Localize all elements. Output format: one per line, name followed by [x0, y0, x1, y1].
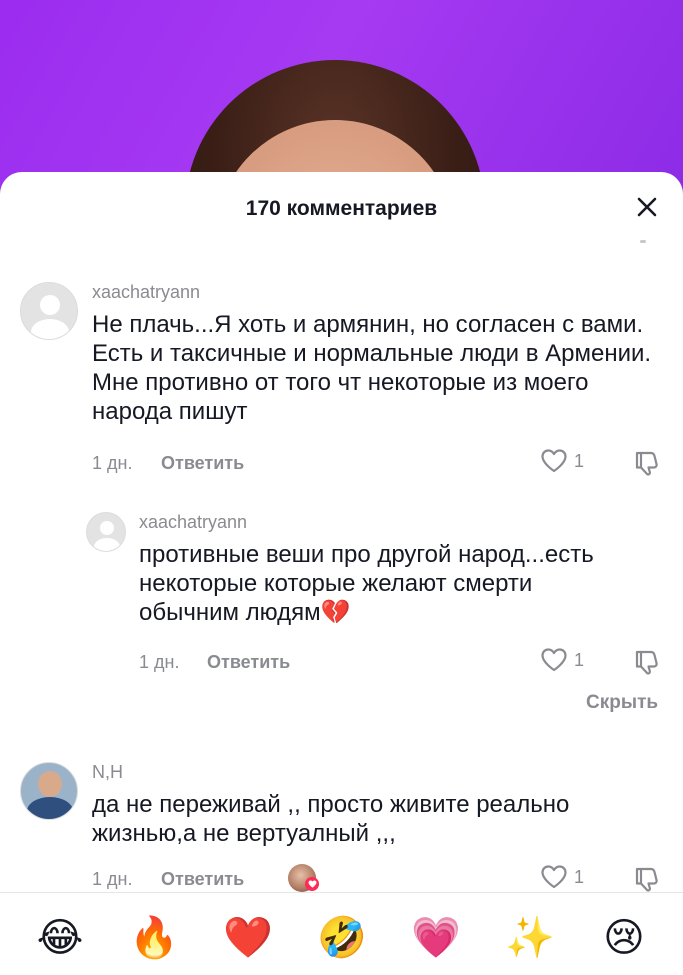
comment-age: 1 дн.	[92, 869, 133, 889]
emoji-growing-heart-button[interactable]: 💗	[410, 912, 462, 964]
like-count: 1	[574, 866, 585, 887]
dislike-button[interactable]	[633, 865, 661, 898]
avatar[interactable]	[20, 762, 78, 820]
like-button[interactable]: 1	[540, 864, 584, 890]
emoji-red-heart-button[interactable]: ❤️	[222, 912, 274, 964]
emoji-sparkles-button[interactable]: ✨	[504, 912, 556, 964]
emoji-crying-face-button[interactable]: 😢	[598, 912, 650, 964]
emoji-quick-bar: 😂 🔥 ❤️ 🤣 💗 ✨ 😢	[0, 910, 683, 970]
video-background	[0, 0, 683, 200]
reply-button[interactable]: Ответить	[161, 869, 244, 890]
heart-icon	[305, 877, 319, 891]
comment-text: да не переживай ,, просто живите реально…	[92, 791, 570, 847]
comment-username[interactable]: N,H	[92, 762, 123, 783]
thumbs-down-icon	[635, 867, 658, 892]
emoji-fire-button[interactable]: 🔥	[128, 912, 180, 964]
emoji-rofl-button[interactable]: 🤣	[316, 912, 368, 964]
heart-outline-icon	[541, 865, 567, 889]
emoji-bar-divider	[0, 892, 683, 893]
emoji-tears-of-joy-button[interactable]: 😂	[34, 912, 86, 964]
comments-sheet: 170 комментариев xaachatryann Не плачь..…	[0, 172, 683, 975]
comment-item: N,H да не переживай ,, просто живите реа…	[0, 172, 683, 892]
